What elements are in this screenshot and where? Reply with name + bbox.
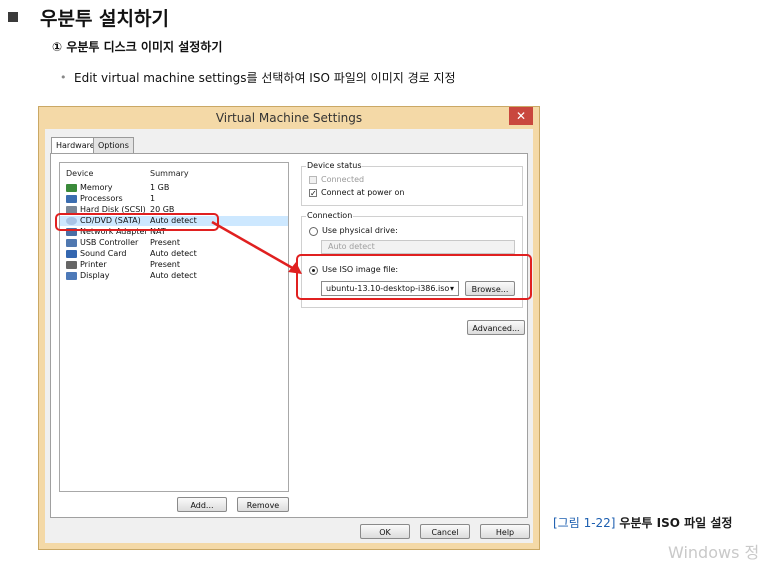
remove-button[interactable]: Remove: [237, 497, 289, 512]
connected-label: Connected: [321, 175, 365, 184]
cancel-button[interactable]: Cancel: [420, 524, 470, 539]
tab-options[interactable]: Options: [93, 137, 134, 153]
help-button[interactable]: Help: [480, 524, 530, 539]
device-name: Processors: [80, 194, 123, 203]
device-summary: 1: [150, 194, 156, 203]
device-name: Display: [80, 271, 110, 280]
bullet-dot: •: [60, 71, 67, 84]
figure-caption-text: 우분투 ISO 파일 설정: [619, 516, 733, 530]
close-icon[interactable]: ✕: [509, 107, 533, 125]
device-summary: Auto detect: [150, 249, 197, 258]
connected-checkbox[interactable]: [309, 176, 317, 184]
heading-bullet: [8, 12, 18, 22]
connect-at-power-on-label: Connect at power on: [321, 188, 405, 197]
instruction-text: Edit virtual machine settings를 선택하여 ISO …: [74, 71, 456, 85]
device-status-label: Device status: [306, 161, 363, 171]
device-status-group: [301, 166, 523, 206]
device-name: Sound Card: [80, 249, 127, 258]
physical-drive-select[interactable]: Auto detect: [321, 240, 515, 254]
ok-button[interactable]: OK: [360, 524, 410, 539]
connection-label: Connection: [306, 211, 354, 221]
iso-highlight: [296, 254, 532, 300]
device-name: Memory: [80, 183, 113, 192]
hardware-panel: Device Summary Memory 1 GB Processors 1 …: [50, 153, 528, 518]
annotation-arrow: [211, 220, 302, 274]
figure-number: [그림 1-22]: [553, 516, 616, 530]
cpu-icon: [66, 195, 77, 203]
physical-drive-radio[interactable]: [309, 227, 318, 236]
device-row-memory[interactable]: Memory 1 GB: [60, 183, 288, 193]
physical-drive-label: Use physical drive:: [322, 226, 398, 235]
printer-icon: [66, 261, 77, 269]
summary-column-header: Summary: [150, 169, 189, 178]
vm-settings-dialog: Virtual Machine Settings ✕ Hardware Opti…: [38, 106, 540, 550]
memory-icon: [66, 184, 77, 192]
section-subtitle: ① 우분투 디스크 이미지 설정하기: [52, 40, 223, 54]
device-summary: Present: [150, 260, 181, 269]
device-name: Printer: [80, 260, 107, 269]
speaker-icon: [66, 250, 77, 258]
advanced-button[interactable]: Advanced...: [467, 320, 525, 335]
add-button[interactable]: Add...: [177, 497, 227, 512]
device-column-header: Device: [66, 169, 94, 178]
cd-dvd-highlight: [55, 213, 219, 231]
display-icon: [66, 272, 77, 280]
physical-drive-value: Auto detect: [328, 242, 375, 251]
device-summary: Auto detect: [150, 271, 197, 280]
figure-caption: [그림 1-22] 우분투 ISO 파일 설정: [553, 514, 732, 531]
dialog-title: Virtual Machine Settings: [215, 111, 363, 125]
page-title: 우분투 설치하기: [40, 8, 169, 30]
device-row-processors[interactable]: Processors 1: [60, 194, 288, 204]
device-summary: 1 GB: [150, 183, 170, 192]
device-list[interactable]: Device Summary Memory 1 GB Processors 1 …: [59, 162, 289, 492]
dialog-content: Hardware Options Device Summary Memory 1…: [45, 129, 533, 543]
windows-watermark: Windows 정: [668, 543, 760, 562]
device-summary: Present: [150, 238, 181, 247]
device-name: USB Controller: [80, 238, 139, 247]
title-bar: Virtual Machine Settings ✕: [39, 107, 539, 129]
usb-icon: [66, 239, 77, 247]
connect-at-power-on-checkbox[interactable]: ✓: [309, 189, 317, 198]
